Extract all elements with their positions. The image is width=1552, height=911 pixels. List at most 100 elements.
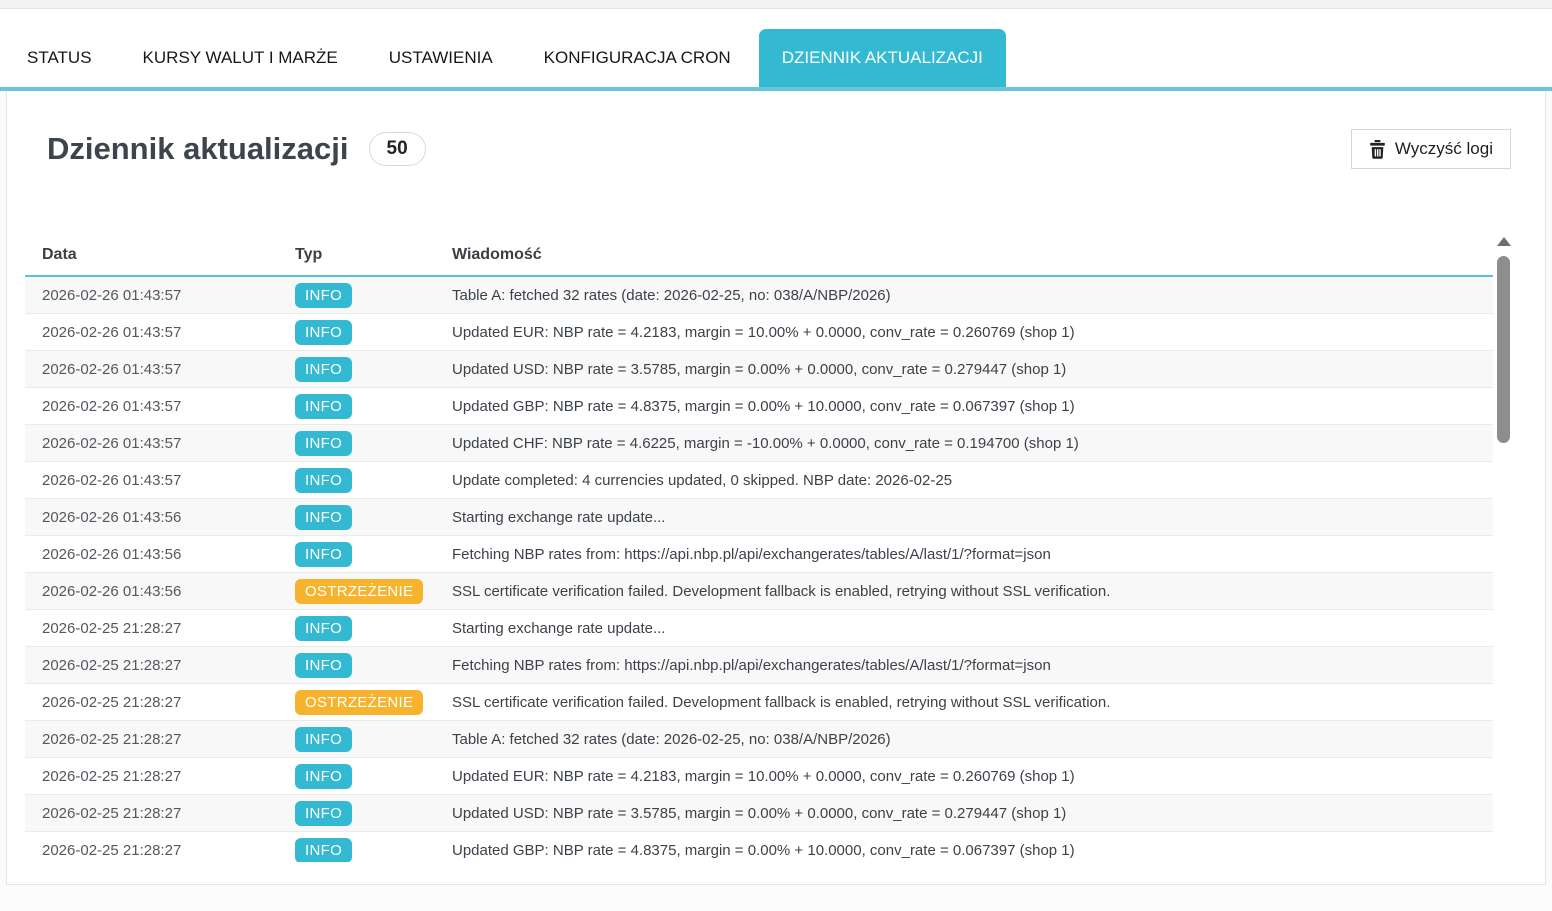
scrollbar-up-arrow-icon[interactable] — [1497, 237, 1511, 246]
tab-dziennik-aktualizacji[interactable]: DZIENNIK AKTUALIZACJI — [759, 29, 1006, 87]
log-message: Updated USD: NBP rate = 3.5785, margin =… — [435, 361, 1493, 378]
log-date: 2026-02-25 21:28:27 — [25, 620, 278, 637]
table-row: 2026-02-26 01:43:57 INFO Table A: fetche… — [25, 277, 1493, 314]
column-header-type: Typ — [278, 246, 435, 264]
table-row: 2026-02-26 01:43:57 INFO Updated GBP: NB… — [25, 388, 1493, 425]
table-row: 2026-02-25 21:28:27 INFO Table A: fetche… — [25, 721, 1493, 758]
log-message: Table A: fetched 32 rates (date: 2026-02… — [435, 731, 1493, 748]
log-type-cell: INFO — [278, 468, 435, 493]
log-date: 2026-02-26 01:43:57 — [25, 361, 278, 378]
log-message: Updated USD: NBP rate = 3.5785, margin =… — [435, 805, 1493, 822]
log-date: 2026-02-25 21:28:27 — [25, 805, 278, 822]
log-message: Update completed: 4 currencies updated, … — [435, 472, 1493, 489]
tab-ustawienia[interactable]: USTAWIENIA — [366, 29, 516, 87]
column-header-message: Wiadomość — [435, 246, 1493, 264]
log-date: 2026-02-25 21:28:27 — [25, 731, 278, 748]
tab-label: KURSY WALUT I MARŻE — [143, 48, 338, 68]
top-strip — [0, 0, 1552, 9]
table-row: 2026-02-25 21:28:27 INFO Fetching NBP ra… — [25, 647, 1493, 684]
log-type-badge: INFO — [295, 764, 352, 789]
table-row: 2026-02-26 01:43:56 OSTRZEŻENIE SSL cert… — [25, 573, 1493, 610]
clear-logs-button[interactable]: Wyczyść logi — [1351, 129, 1511, 169]
table-body: 2026-02-26 01:43:57 INFO Table A: fetche… — [25, 277, 1493, 862]
log-date: 2026-02-25 21:28:27 — [25, 842, 278, 859]
tab-label: DZIENNIK AKTUALIZACJI — [782, 48, 983, 68]
log-type-badge: INFO — [295, 357, 352, 382]
table-row: 2026-02-26 01:43:56 INFO Starting exchan… — [25, 499, 1493, 536]
log-message: SSL certificate verification failed. Dev… — [435, 583, 1493, 600]
log-type-cell: INFO — [278, 283, 435, 308]
log-type-cell: INFO — [278, 801, 435, 826]
content-panel: Dziennik aktualizacji 50 Wyczyść logi Da… — [6, 91, 1546, 885]
log-type-cell: INFO — [278, 431, 435, 456]
table-row: 2026-02-26 01:43:57 INFO Updated USD: NB… — [25, 351, 1493, 388]
log-type-badge: INFO — [295, 801, 352, 826]
log-type-cell: INFO — [278, 542, 435, 567]
table-row: 2026-02-25 21:28:27 INFO Updated USD: NB… — [25, 795, 1493, 832]
log-type-cell: INFO — [278, 727, 435, 752]
tab-label: KONFIGURACJA CRON — [544, 48, 731, 68]
log-message: Fetching NBP rates from: https://api.nbp… — [435, 546, 1493, 563]
log-date: 2026-02-25 21:28:27 — [25, 657, 278, 674]
log-date: 2026-02-26 01:43:56 — [25, 546, 278, 563]
log-type-badge: INFO — [295, 542, 352, 567]
log-type-cell: INFO — [278, 838, 435, 863]
log-message: SSL certificate verification failed. Dev… — [435, 694, 1493, 711]
log-type-badge: INFO — [295, 653, 352, 678]
log-type-cell: OSTRZEŻENIE — [278, 579, 435, 604]
trash-icon — [1369, 140, 1386, 159]
log-type-badge: INFO — [295, 283, 352, 308]
log-date: 2026-02-26 01:43:56 — [25, 583, 278, 600]
column-header-date: Data — [25, 246, 278, 264]
log-message: Table A: fetched 32 rates (date: 2026-02… — [435, 287, 1493, 304]
log-date: 2026-02-26 01:43:57 — [25, 472, 278, 489]
log-type-cell: INFO — [278, 653, 435, 678]
table-row: 2026-02-25 21:28:27 OSTRZEŻENIE SSL cert… — [25, 684, 1493, 721]
tab-label: USTAWIENIA — [389, 48, 493, 68]
scrollbar-thumb[interactable] — [1497, 256, 1510, 443]
log-type-badge: INFO — [295, 468, 352, 493]
log-type-cell: INFO — [278, 394, 435, 419]
log-date: 2026-02-25 21:28:27 — [25, 694, 278, 711]
log-date: 2026-02-26 01:43:56 — [25, 509, 278, 526]
table-row: 2026-02-25 21:28:27 INFO Starting exchan… — [25, 610, 1493, 647]
log-type-badge: INFO — [295, 431, 352, 456]
table-row: 2026-02-25 21:28:27 INFO Updated EUR: NB… — [25, 758, 1493, 795]
tab-kursy-walut-i-marze[interactable]: KURSY WALUT I MARŻE — [120, 29, 361, 87]
table-header-row: Data Typ Wiadomość — [25, 246, 1493, 277]
log-type-cell: INFO — [278, 616, 435, 641]
table-row: 2026-02-26 01:43:57 INFO Updated CHF: NB… — [25, 425, 1493, 462]
log-type-cell: OSTRZEŻENIE — [278, 690, 435, 715]
log-type-badge: INFO — [295, 320, 352, 345]
log-message: Updated GBP: NBP rate = 4.8375, margin =… — [435, 398, 1493, 415]
log-message: Updated CHF: NBP rate = 4.6225, margin =… — [435, 435, 1493, 452]
log-type-badge: OSTRZEŻENIE — [295, 690, 423, 715]
log-type-cell: INFO — [278, 764, 435, 789]
log-type-badge: INFO — [295, 616, 352, 641]
log-type-cell: INFO — [278, 505, 435, 530]
log-type-badge: INFO — [295, 505, 352, 530]
table-row: 2026-02-25 21:28:27 INFO Updated GBP: NB… — [25, 832, 1493, 862]
log-type-badge: OSTRZEŻENIE — [295, 579, 423, 604]
tab-bar: STATUS KURSY WALUT I MARŻE USTAWIENIA KO… — [0, 9, 1552, 87]
log-type-badge: INFO — [295, 727, 352, 752]
tab-status[interactable]: STATUS — [4, 29, 115, 87]
log-date: 2026-02-26 01:43:57 — [25, 324, 278, 341]
log-message: Updated GBP: NBP rate = 4.8375, margin =… — [435, 842, 1493, 859]
table-row: 2026-02-26 01:43:56 INFO Fetching NBP ra… — [25, 536, 1493, 573]
log-message: Fetching NBP rates from: https://api.nbp… — [435, 657, 1493, 674]
panel-header: Dziennik aktualizacji 50 Wyczyść logi — [7, 91, 1545, 169]
log-message: Starting exchange rate update... — [435, 509, 1493, 526]
table-row: 2026-02-26 01:43:57 INFO Update complete… — [25, 462, 1493, 499]
table-row: 2026-02-26 01:43:57 INFO Updated EUR: NB… — [25, 314, 1493, 351]
log-message: Starting exchange rate update... — [435, 620, 1493, 637]
log-date: 2026-02-26 01:43:57 — [25, 398, 278, 415]
log-date: 2026-02-25 21:28:27 — [25, 768, 278, 785]
page-title: Dziennik aktualizacji — [47, 131, 349, 167]
scrollbar[interactable] — [1496, 237, 1511, 911]
log-message: Updated EUR: NBP rate = 4.2183, margin =… — [435, 768, 1493, 785]
tab-konfiguracja-cron[interactable]: KONFIGURACJA CRON — [521, 29, 754, 87]
log-count-badge: 50 — [369, 132, 426, 166]
log-type-badge: INFO — [295, 838, 352, 863]
tab-label: STATUS — [27, 48, 92, 68]
